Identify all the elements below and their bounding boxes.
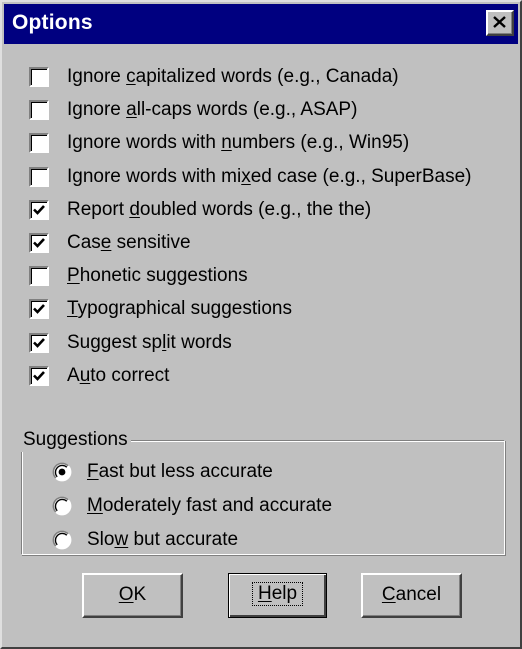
checkbox[interactable] — [29, 332, 49, 353]
label-text: Report — [67, 198, 130, 220]
label-text: Cas — [67, 231, 101, 253]
checkbox[interactable] — [29, 133, 49, 154]
help-button-label: Help — [251, 582, 304, 606]
radio-button[interactable] — [52, 496, 72, 516]
checkmark-icon — [33, 204, 45, 215]
checkmark-icon — [33, 370, 45, 381]
cancel-mnemonic: C — [381, 584, 396, 605]
label-text: but accurate — [128, 529, 239, 550]
checkbox[interactable] — [29, 100, 49, 121]
label-text: ast but less accurate — [98, 461, 273, 482]
label-text: honetic suggestions — [79, 265, 248, 287]
checkbox[interactable] — [29, 365, 49, 386]
close-icon — [493, 16, 506, 28]
checkbox[interactable] — [29, 166, 49, 187]
option-auto-correct[interactable]: Auto correct — [29, 361, 509, 394]
option-ignore-words-with-mixed-case[interactable]: Ignore words with mixed case (e.g., Supe… — [29, 162, 509, 195]
option-typographical-suggestions[interactable]: Typographical suggestions — [29, 294, 509, 327]
label-text: oderately fast and accurate — [102, 495, 333, 516]
checkmark-icon — [33, 337, 45, 348]
radio-icon — [52, 462, 72, 482]
label-text: Ignore — [67, 66, 127, 87]
options-dialog: Options Ignore capitalized words (e.g., … — [0, 0, 522, 649]
option-label[interactable]: Report doubled words (e.g., the the) — [67, 198, 371, 222]
help-mnemonic: H — [257, 583, 272, 604]
ok-label-rest: K — [133, 584, 147, 605]
radio-button[interactable] — [52, 462, 72, 482]
option-phonetic-suggestions[interactable]: Phonetic suggestions — [29, 261, 509, 294]
option-ignore-words-with-numbers[interactable]: Ignore words with numbers (e.g., Win95) — [29, 128, 509, 161]
mnemonic: u — [79, 364, 91, 386]
label-text: Ignore — [67, 99, 127, 121]
cancel-label-rest: ancel — [395, 584, 442, 605]
label-text: A — [67, 364, 80, 386]
label-text: Ignore words with — [67, 132, 222, 154]
option-suggest-split-words[interactable]: Suggest split words — [29, 328, 509, 361]
mnemonic: c — [126, 66, 136, 87]
checkbox[interactable] — [29, 266, 49, 287]
checkbox[interactable] — [29, 67, 49, 87]
option-label[interactable]: Ignore capitalized words (e.g., Canada) — [67, 65, 399, 89]
option-label[interactable]: Typographical suggestions — [67, 297, 292, 321]
mnemonic: F — [87, 461, 99, 482]
option-report-doubled-words[interactable]: Report doubled words (e.g., the the) — [29, 195, 509, 228]
radio-label[interactable]: Slow but accurate — [87, 528, 238, 552]
radio-icon — [52, 530, 72, 550]
option-label[interactable]: Ignore words with numbers (e.g., Win95) — [67, 131, 409, 155]
mnemonic: M — [87, 495, 103, 516]
label-text: oubled words (e.g., the the) — [139, 198, 372, 220]
label-text: ll-caps words (e.g., ASAP) — [136, 99, 358, 121]
mnemonic: n — [221, 132, 232, 154]
checkbox[interactable] — [29, 199, 49, 220]
ok-button-label: OK — [119, 584, 146, 605]
label-text: Suggest sp — [67, 331, 163, 353]
radio-label[interactable]: Moderately fast and accurate — [87, 494, 332, 518]
suggestions-legend: Suggestions — [20, 428, 131, 452]
label-text: ypographical suggestions — [77, 298, 292, 320]
checkbox[interactable] — [29, 232, 49, 253]
mnemonic: e — [100, 231, 112, 253]
label-text: ed case (e.g., SuperBase) — [250, 165, 472, 187]
help-label-rest: elp — [271, 583, 298, 604]
ok-mnemonic: O — [118, 584, 134, 605]
checkmark-icon — [33, 238, 45, 248]
mnemonic: d — [129, 198, 140, 220]
mnemonic: P — [67, 265, 80, 287]
option-label[interactable]: Auto correct — [67, 364, 169, 388]
mnemonic: T — [67, 298, 78, 320]
checkmark-icon — [33, 304, 45, 315]
title-bar[interactable]: Options — [4, 4, 518, 44]
option-ignore-capitalized-words[interactable]: Ignore capitalized words (e.g., Canada) — [29, 62, 509, 95]
close-button[interactable] — [486, 10, 514, 36]
label-text: umbers (e.g., Win95) — [231, 132, 410, 154]
label-text: Slo — [87, 529, 115, 550]
option-label[interactable]: Ignore all-caps words (e.g., ASAP) — [67, 98, 357, 122]
help-button[interactable]: Help — [228, 573, 327, 618]
radio-icon — [52, 496, 72, 516]
option-label[interactable]: Case sensitive — [67, 231, 191, 255]
cancel-button[interactable]: Cancel — [361, 573, 462, 618]
mnemonic: x — [241, 165, 251, 187]
radio-label[interactable]: Fast but less accurate — [87, 460, 273, 484]
label-text: to correct — [90, 364, 170, 386]
cancel-button-label: Cancel — [382, 584, 441, 605]
mnemonic: a — [126, 99, 137, 121]
checkbox[interactable] — [29, 299, 49, 320]
option-label[interactable]: Phonetic suggestions — [67, 264, 248, 288]
options-checklist: Ignore capitalized words (e.g., Canada) I… — [29, 62, 509, 394]
ok-button[interactable]: OK — [82, 573, 183, 618]
label-text: it words — [166, 331, 232, 353]
mnemonic: w — [114, 529, 129, 550]
option-case-sensitive[interactable]: Case sensitive — [29, 228, 509, 261]
option-ignore-all-caps-words[interactable]: Ignore all-caps words (e.g., ASAP) — [29, 95, 509, 128]
label-text: Ignore words with mi — [67, 165, 242, 187]
window-title: Options — [12, 11, 93, 34]
label-text: sensitive — [111, 231, 191, 253]
option-label[interactable]: Ignore words with mixed case (e.g., Supe… — [67, 165, 471, 189]
label-text: apitalized words (e.g., Canada) — [135, 66, 399, 87]
radio-button[interactable] — [52, 530, 72, 550]
option-label[interactable]: Suggest split words — [67, 331, 232, 355]
